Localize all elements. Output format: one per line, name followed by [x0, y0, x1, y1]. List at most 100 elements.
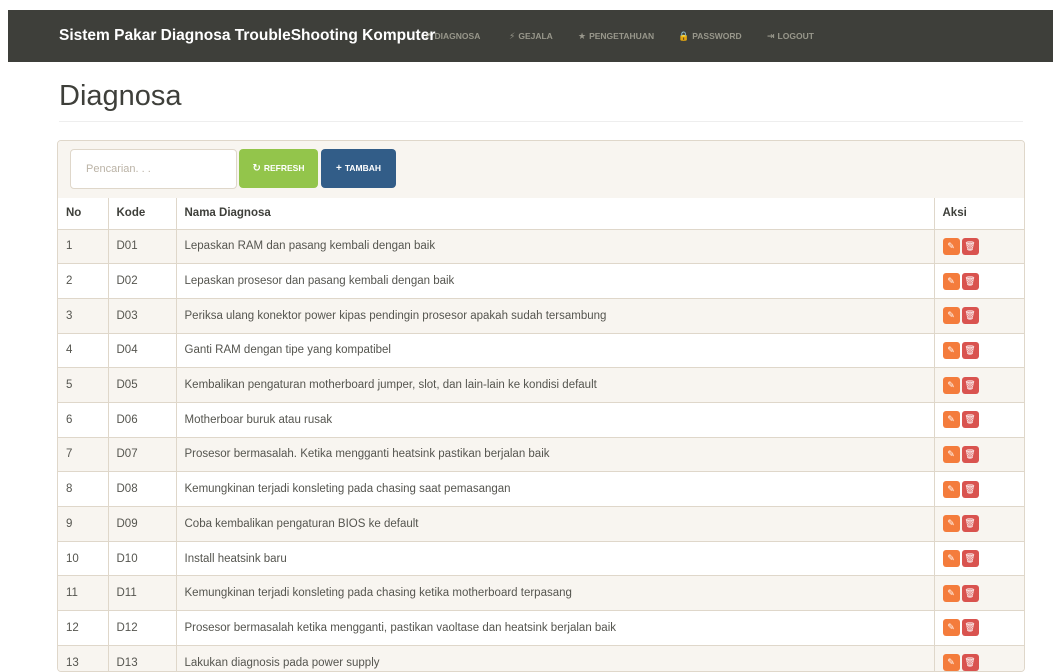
navbar-brand[interactable]: Sistem Pakar Diagnosa TroubleShooting Ko…: [59, 10, 435, 62]
table-header-row: No Kode Nama Diagnosa Aksi: [58, 198, 1024, 230]
trash-icon[interactable]: 🗑: [961, 515, 979, 533]
trash-icon[interactable]: 🗑: [961, 619, 979, 637]
cell-aksi: ✎ 🗑: [933, 263, 1024, 299]
trash-icon[interactable]: 🗑: [961, 411, 979, 429]
cell-nama: Lakukan diagnosis pada power supply: [175, 644, 934, 671]
nav-item-label: LOGOUT: [777, 31, 814, 41]
trash-icon[interactable]: 🗑: [961, 307, 979, 325]
cell-kode: D04: [107, 332, 176, 368]
refresh-button-label: REFRESH: [263, 163, 305, 173]
edit-icon[interactable]: ✎: [942, 515, 960, 533]
cell-kode: D13: [107, 644, 176, 671]
cell-nama: Motherboar buruk atau rusak: [175, 401, 934, 438]
trash-icon[interactable]: 🗑: [961, 445, 979, 463]
wrench-icon: ↗: [424, 31, 432, 41]
diagnosa-panel: ↻REFRESH +TAMBAH No Kode Nama Diagnosa A…: [57, 140, 1025, 672]
edit-icon[interactable]: ✎: [942, 272, 960, 290]
edit-icon[interactable]: ✎: [942, 411, 960, 429]
bolt-icon: ⚡: [509, 31, 516, 41]
cell-aksi: ✎ 🗑: [933, 367, 1024, 403]
cell-nama: Prosesor bermasalah ketika mengganti, pa…: [175, 610, 934, 646]
trash-icon[interactable]: 🗑: [961, 237, 979, 255]
trash-icon[interactable]: 🗑: [961, 341, 979, 359]
logout-icon: ⇥: [767, 31, 775, 41]
table-row: 10 D10 Install heatsink baru ✎ 🗑: [58, 540, 1024, 576]
cell-nama: Install heatsink baru: [175, 540, 934, 576]
table-row: 2 D02 Lepaskan prosesor dan pasang kembali…: [58, 263, 1024, 299]
cell-no: 6: [58, 401, 108, 438]
cell-aksi: ✎ 🗑: [933, 644, 1024, 671]
cell-kode: D03: [107, 297, 176, 334]
table-row: 4 D04 Ganti RAM dengan tipe yang kompatibe…: [58, 332, 1024, 368]
panel-toolbar: ↻REFRESH +TAMBAH: [58, 141, 1024, 199]
cell-nama: Kembalikan pengaturan motherboard jumper…: [175, 367, 934, 403]
cell-nama: Prosesor bermasalah. Ketika mengganti he…: [175, 436, 934, 472]
edit-icon[interactable]: ✎: [942, 237, 960, 255]
table-row: 7 D07 Prosesor bermasalah. Ketika menggant…: [58, 436, 1024, 472]
add-button-label: TAMBAH: [344, 163, 382, 173]
search-input[interactable]: [70, 149, 237, 189]
trash-icon[interactable]: 🗑: [961, 480, 979, 498]
nav-item-label: DIAGNOSA: [434, 31, 481, 41]
cell-nama: Periksa ulang konektor power kipas pendi…: [175, 297, 934, 334]
trash-icon[interactable]: 🗑: [961, 550, 979, 568]
cell-aksi: ✎ 🗑: [933, 332, 1024, 368]
cell-kode: D02: [107, 263, 176, 299]
header-nama: Nama Diagnosa: [175, 198, 934, 230]
nav-item-label: PASSWORD: [692, 31, 742, 41]
trash-icon[interactable]: 🗑: [961, 272, 979, 290]
cell-nama: Kemungkinan terjadi konsleting pada chas…: [175, 471, 934, 507]
trash-icon[interactable]: 🗑: [961, 654, 979, 671]
edit-icon[interactable]: ✎: [942, 376, 960, 394]
plus-icon: +: [335, 163, 342, 174]
edit-icon[interactable]: ✎: [942, 550, 960, 568]
lock-icon: 🔒: [678, 31, 690, 41]
table-row: 5 D05 Kembalikan pengaturan motherboard ju…: [58, 367, 1024, 403]
table-row: 6 D06 Motherboar buruk atau rusak ✎ 🗑: [58, 401, 1024, 438]
title-divider: [59, 121, 1023, 122]
cell-kode: D06: [107, 401, 176, 438]
cell-kode: D08: [107, 471, 176, 507]
edit-icon[interactable]: ✎: [942, 654, 960, 671]
nav-item-label: PENGETAHUAN: [589, 31, 655, 41]
add-button[interactable]: + TAMBAH: [321, 149, 396, 188]
trash-icon[interactable]: 🗑: [961, 584, 979, 602]
cell-aksi: ✎ 🗑: [933, 506, 1024, 542]
cell-nama: Lepaskan RAM dan pasang kembali dengan b…: [175, 228, 934, 264]
header-kode: Kode: [107, 198, 176, 230]
cell-no: 4: [58, 332, 108, 368]
edit-icon[interactable]: ✎: [942, 619, 960, 637]
cell-no: 9: [58, 506, 108, 542]
diagnosa-table: No Kode Nama Diagnosa Aksi 1 D01 Lepaskan …: [58, 198, 1024, 671]
cell-no: 13: [58, 644, 108, 671]
cell-aksi: ✎ 🗑: [933, 610, 1024, 646]
cell-kode: D05: [107, 367, 176, 403]
edit-icon[interactable]: ✎: [942, 480, 960, 498]
edit-icon[interactable]: ✎: [942, 307, 960, 325]
cell-aksi: ✎ 🗑: [933, 471, 1024, 507]
nav-item-label: GEJALA: [518, 31, 553, 41]
nav-item-logout[interactable]: ⇥ LOGOUT: [767, 10, 814, 62]
refresh-icon: ↻: [252, 163, 261, 174]
edit-icon[interactable]: ✎: [942, 584, 960, 602]
nav-item-pengetahuan[interactable]: ★ PENGETAHUAN: [578, 10, 654, 62]
cell-kode: D10: [107, 540, 176, 576]
header-no: No: [58, 198, 108, 230]
cell-no: 1: [58, 228, 108, 264]
edit-icon[interactable]: ✎: [942, 341, 960, 359]
nav-item-diagnosa[interactable]: ↗ DIAGNOSA: [424, 10, 480, 62]
cell-kode: D11: [107, 575, 176, 611]
table-row: 3 D03 Periksa ulang konektor power kipas p…: [58, 297, 1024, 334]
cell-aksi: ✎ 🗑: [933, 540, 1024, 576]
cell-aksi: ✎ 🗑: [933, 297, 1024, 334]
nav-item-password[interactable]: 🔒 PASSWORD: [678, 10, 742, 62]
cell-kode: D01: [107, 228, 176, 264]
cell-kode: D09: [107, 506, 176, 542]
table-row: 8 D08 Kemungkinan terjadi konsleting pada …: [58, 471, 1024, 507]
navbar: Sistem Pakar Diagnosa TroubleShooting Ko…: [8, 10, 1053, 62]
trash-icon[interactable]: 🗑: [961, 376, 979, 394]
refresh-button[interactable]: ↻ REFRESH: [239, 149, 318, 188]
cell-aksi: ✎ 🗑: [933, 228, 1024, 264]
nav-item-gejala[interactable]: ⚡ GEJALA: [509, 10, 553, 62]
edit-icon[interactable]: ✎: [942, 445, 960, 463]
